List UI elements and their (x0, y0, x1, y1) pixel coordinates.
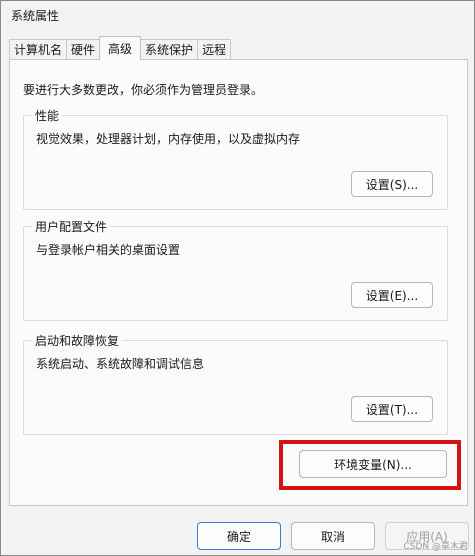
cancel-button[interactable]: 取消 (291, 522, 375, 550)
watermark: CSDN @草木君 (403, 542, 468, 552)
performance-group: 性能 视觉效果，处理器计划，内存使用，以及虚拟内存 设置(S)... (23, 107, 448, 210)
performance-group-title: 性能 (32, 107, 63, 124)
startup-recovery-group: 启动和故障恢复 系统启动、系统故障和调试信息 设置(T)... (23, 332, 448, 435)
tab-computer-name[interactable]: 计算机名 (9, 39, 68, 60)
startup-recovery-settings-button[interactable]: 设置(T)... (351, 396, 433, 422)
startup-recovery-group-desc: 系统启动、系统故障和调试信息 (36, 357, 205, 371)
user-profile-group-title: 用户配置文件 (32, 218, 111, 235)
performance-group-desc: 视觉效果，处理器计划，内存使用，以及虚拟内存 (36, 132, 301, 146)
system-properties-window: 系统属性 计算机名 硬件 高级 系统保护 远程 要进行大多数更改，你必须作为管理… (0, 0, 475, 556)
performance-settings-button[interactable]: 设置(S)... (351, 171, 433, 197)
tab-strip: 计算机名 硬件 高级 系统保护 远程 (9, 36, 232, 60)
tab-system-protection[interactable]: 系统保护 (140, 39, 199, 60)
user-profile-settings-button[interactable]: 设置(E)... (351, 282, 433, 308)
startup-recovery-group-title: 启动和故障恢复 (32, 332, 123, 349)
title-bar: 系统属性 (1, 1, 474, 31)
tab-hardware[interactable]: 硬件 (66, 39, 101, 60)
tab-advanced[interactable]: 高级 (99, 36, 142, 60)
admin-notice: 要进行大多数更改，你必须作为管理员登录。 (23, 83, 264, 97)
ok-button[interactable]: 确定 (197, 522, 281, 550)
environment-variables-button[interactable]: 环境变量(N)... (299, 450, 447, 478)
tab-remote[interactable]: 远程 (197, 39, 232, 60)
user-profile-group-desc: 与登录帐户相关的桌面设置 (36, 243, 181, 257)
user-profile-group: 用户配置文件 与登录帐户相关的桌面设置 设置(E)... (23, 218, 448, 321)
window-title: 系统属性 (11, 9, 60, 23)
